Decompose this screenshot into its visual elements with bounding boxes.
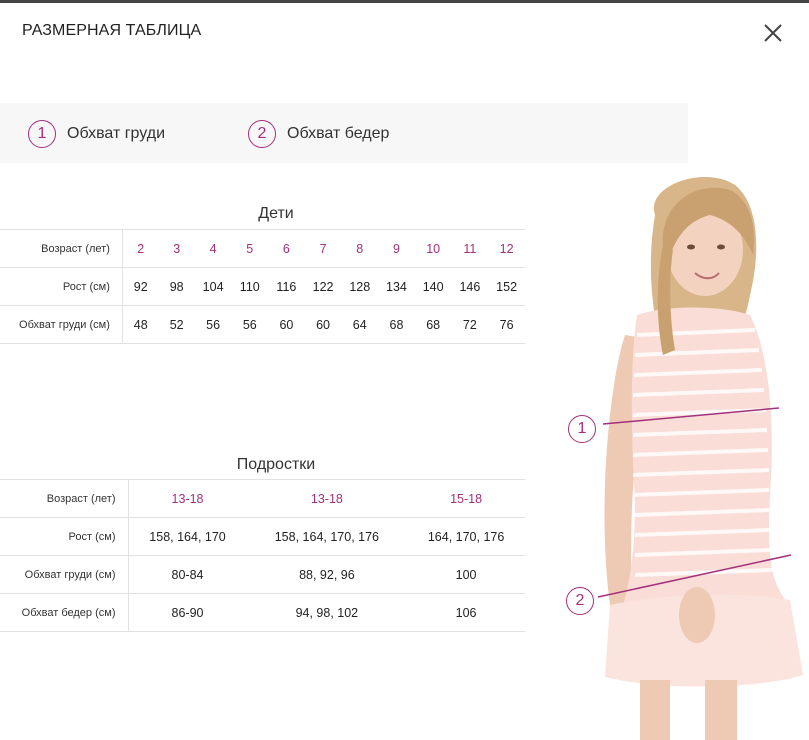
- modal-title: РАЗМЕРНАЯ ТАБЛИЦА: [22, 22, 202, 39]
- table-row: Обхват груди (см) 80-84 88, 92, 96 100: [0, 555, 525, 594]
- teens-size-table: Возраст (лет) 13-18 13-18 15-18 Рост (см) 158…: [0, 479, 525, 632]
- top-border: [0, 0, 809, 3]
- teens-section-title: Подростки: [236, 456, 316, 473]
- close-button[interactable]: [760, 20, 786, 46]
- table-cell: 152: [488, 267, 525, 306]
- table-cell: 88, 92, 96: [246, 555, 408, 594]
- table-cell: 104: [194, 267, 232, 306]
- table-cell: 15-18: [407, 479, 525, 518]
- table-cell: 12: [488, 229, 525, 268]
- table-cell: 110: [231, 267, 269, 306]
- table-cell: 72: [451, 305, 489, 344]
- table-row: Возраст (лет) 2 3 4 5 6 7 8 9 10 11 12: [0, 229, 525, 268]
- table-cell: 94, 98, 102: [246, 593, 408, 632]
- girl-figure-illustration: [597, 176, 803, 740]
- table-cell: 68: [378, 305, 415, 344]
- legend-number: 1: [28, 120, 56, 148]
- table-cell: 98: [158, 267, 195, 306]
- table-cell: 9: [378, 229, 415, 268]
- table-cell: 4: [194, 229, 232, 268]
- table-row: Рост (см) 158, 164, 170 158, 164, 170, 176…: [0, 517, 525, 556]
- table-cell: 52: [158, 305, 195, 344]
- legend-item-hips: 2 Обхват бедер: [248, 120, 389, 148]
- table-cell: 128: [341, 267, 379, 306]
- legend-label: Обхват груди: [67, 125, 166, 142]
- table-cell: 48: [122, 305, 159, 344]
- table-cell: 134: [378, 267, 415, 306]
- table-cell: 122: [304, 267, 342, 306]
- table-cell: 140: [414, 267, 452, 306]
- legend-number: 2: [248, 120, 276, 148]
- table-cell: 8: [341, 229, 379, 268]
- table-cell: 56: [194, 305, 232, 344]
- table-cell: 13-18: [128, 479, 247, 518]
- table-cell: 60: [268, 305, 305, 344]
- model-photo: [545, 165, 809, 740]
- measurement-legend: 1 Обхват груди 2 Обхват бедер: [0, 103, 688, 163]
- table-cell: 76: [488, 305, 525, 344]
- table-row: Рост (см) 92 98 104 110 116 122 128 134 140 146 152: [0, 267, 525, 306]
- table-cell: 80-84: [128, 555, 247, 594]
- table-cell: 10: [414, 229, 452, 268]
- table-cell: 56: [231, 305, 269, 344]
- table-cell: 116: [268, 267, 305, 306]
- row-label: Возраст (лет): [0, 479, 129, 518]
- row-label: Обхват груди (см): [0, 555, 129, 594]
- table-cell: 6: [268, 229, 305, 268]
- table-cell: 100: [407, 555, 525, 594]
- row-label: Обхват груди (см): [0, 305, 123, 344]
- table-cell: 158, 164, 170: [128, 517, 247, 556]
- table-row: Возраст (лет) 13-18 13-18 15-18: [0, 479, 525, 518]
- table-cell: 158, 164, 170, 176: [246, 517, 408, 556]
- hips-marker: 2: [566, 587, 594, 615]
- table-cell: 2: [122, 229, 159, 268]
- table-row: Обхват бедер (см) 86-90 94, 98, 102 106: [0, 593, 525, 632]
- table-cell: 64: [341, 305, 379, 344]
- table-cell: 92: [122, 267, 159, 306]
- close-icon: [764, 24, 782, 42]
- kids-size-table: Возраст (лет) 2 3 4 5 6 7 8 9 10 11 12 Рост (см) 92 98…: [0, 229, 525, 344]
- table-cell: 146: [451, 267, 489, 306]
- table-cell: 68: [414, 305, 452, 344]
- table-cell: 60: [304, 305, 342, 344]
- legend-label: Обхват бедер: [287, 125, 390, 142]
- table-cell: 106: [407, 593, 525, 632]
- chest-marker: 1: [568, 415, 596, 443]
- table-cell: 164, 170, 176: [407, 517, 525, 556]
- legend-item-chest: 1 Обхват груди: [28, 120, 165, 148]
- table-cell: 5: [231, 229, 269, 268]
- row-label: Обхват бедер (см): [0, 593, 129, 632]
- table-cell: 7: [304, 229, 342, 268]
- row-label: Рост (см): [0, 267, 123, 306]
- table-cell: 3: [158, 229, 195, 268]
- table-row: Обхват груди (см) 48 52 56 56 60 60 64 68 68 72 76: [0, 305, 525, 344]
- table-cell: 13-18: [246, 479, 408, 518]
- table-cell: 86-90: [128, 593, 247, 632]
- kids-section-title: Дети: [258, 205, 294, 222]
- row-label: Возраст (лет): [0, 229, 123, 268]
- table-cell: 11: [451, 229, 489, 268]
- row-label: Рост (см): [0, 517, 129, 556]
